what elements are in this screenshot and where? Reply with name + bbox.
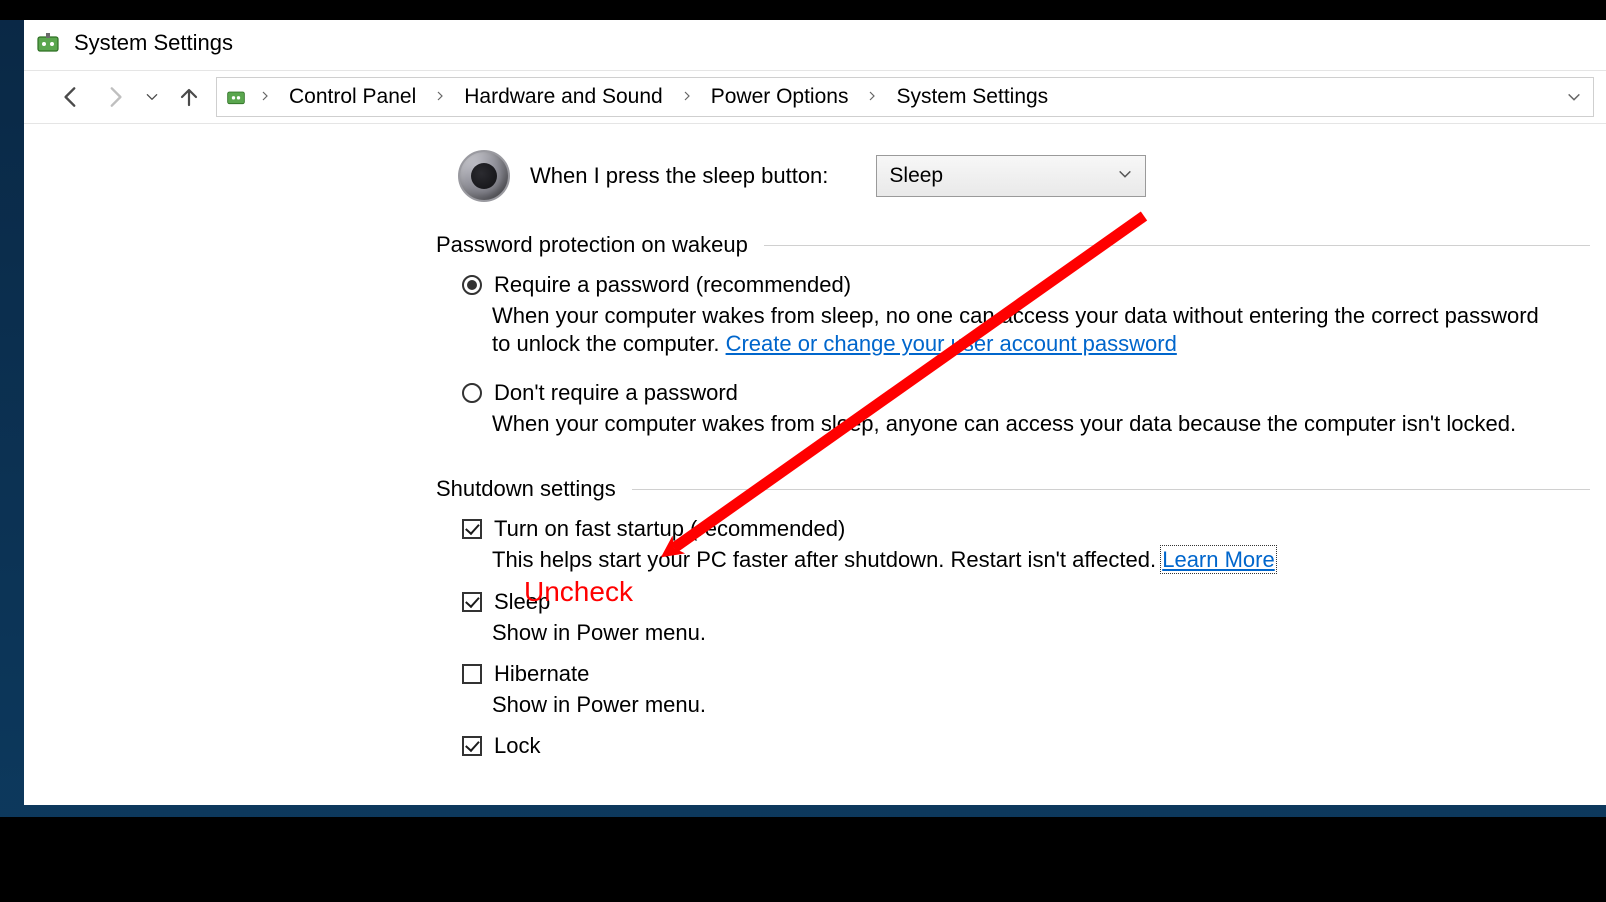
up-button[interactable]	[172, 80, 206, 114]
chevron-right-icon[interactable]	[860, 89, 884, 106]
breadcrumb-item-power-options[interactable]: Power Options	[705, 81, 855, 113]
dont-require-password-option: Don't require a password When your compu…	[462, 380, 1590, 438]
sleep-button-icon	[458, 150, 510, 202]
lock-label: Lock	[494, 733, 540, 759]
content-area: When I press the sleep button: Sleep Pas…	[24, 124, 1606, 783]
back-button[interactable]	[54, 80, 88, 114]
sleep-checkbox[interactable]	[462, 592, 482, 612]
nav-row: Control Panel Hardware and Sound Power O…	[24, 70, 1606, 124]
recent-locations-button[interactable]	[142, 80, 162, 114]
divider	[764, 245, 1590, 246]
sleep-button-setting: When I press the sleep button: Sleep	[458, 150, 1590, 202]
fast-startup-checkbox[interactable]	[462, 519, 482, 539]
sleep-button-dropdown[interactable]: Sleep	[876, 155, 1146, 197]
fast-startup-desc: This helps start your PC faster after sh…	[492, 546, 1550, 574]
require-password-desc: When your computer wakes from sleep, no …	[492, 302, 1550, 358]
fast-startup-option: Turn on fast startup (recommended) This …	[462, 516, 1590, 574]
dont-require-password-radio[interactable]	[462, 383, 482, 403]
breadcrumb-item-hardware-sound[interactable]: Hardware and Sound	[458, 81, 668, 113]
breadcrumb-item-control-panel[interactable]: Control Panel	[283, 81, 422, 113]
letterbox-bottom	[0, 817, 1606, 902]
sleep-option: Sleep Show in Power menu.	[462, 589, 1590, 647]
hibernate-label: Hibernate	[494, 661, 589, 687]
password-section-title: Password protection on wakeup	[436, 232, 748, 258]
chevron-right-icon[interactable]	[675, 89, 699, 106]
control-panel-path-icon	[225, 86, 247, 108]
shutdown-settings-section: Shutdown settings Turn on fast startup (…	[436, 476, 1590, 758]
hibernate-checkbox[interactable]	[462, 664, 482, 684]
dont-require-password-desc: When your computer wakes from sleep, any…	[492, 410, 1550, 438]
forward-button[interactable]	[98, 80, 132, 114]
hibernate-option: Hibernate Show in Power menu.	[462, 661, 1590, 719]
sleep-desc: Show in Power menu.	[492, 619, 1550, 647]
divider	[632, 489, 1590, 490]
sleep-label: Sleep	[494, 589, 550, 615]
chevron-down-icon	[1117, 164, 1133, 188]
require-password-option: Require a password (recommended) When yo…	[462, 272, 1590, 358]
shutdown-section-title: Shutdown settings	[436, 476, 616, 502]
titlebar: System Settings	[24, 20, 1606, 70]
breadcrumb[interactable]: Control Panel Hardware and Sound Power O…	[216, 77, 1594, 117]
password-protection-section: Password protection on wakeup Require a …	[436, 232, 1590, 438]
lock-option: Lock	[462, 733, 1590, 759]
lock-checkbox[interactable]	[462, 736, 482, 756]
window-title: System Settings	[74, 30, 233, 56]
require-password-label: Require a password (recommended)	[494, 272, 851, 298]
sleep-button-label: When I press the sleep button:	[530, 163, 828, 189]
dont-require-password-label: Don't require a password	[494, 380, 738, 406]
control-panel-icon	[36, 31, 60, 55]
sleep-button-value: Sleep	[889, 164, 943, 188]
window: System Settings Control Panel	[24, 20, 1606, 805]
chevron-right-icon[interactable]	[253, 89, 277, 106]
address-history-button[interactable]	[1563, 86, 1585, 108]
breadcrumb-item-system-settings[interactable]: System Settings	[890, 81, 1054, 113]
learn-more-link[interactable]: Learn More	[1162, 547, 1275, 572]
hibernate-desc: Show in Power menu.	[492, 691, 1550, 719]
create-password-link[interactable]: Create or change your user account passw…	[726, 331, 1177, 356]
fast-startup-label: Turn on fast startup (recommended)	[494, 516, 845, 542]
letterbox-top	[0, 0, 1606, 20]
fast-startup-desc-text: This helps start your PC faster after sh…	[492, 547, 1162, 572]
chevron-right-icon[interactable]	[428, 89, 452, 106]
require-password-radio[interactable]	[462, 275, 482, 295]
